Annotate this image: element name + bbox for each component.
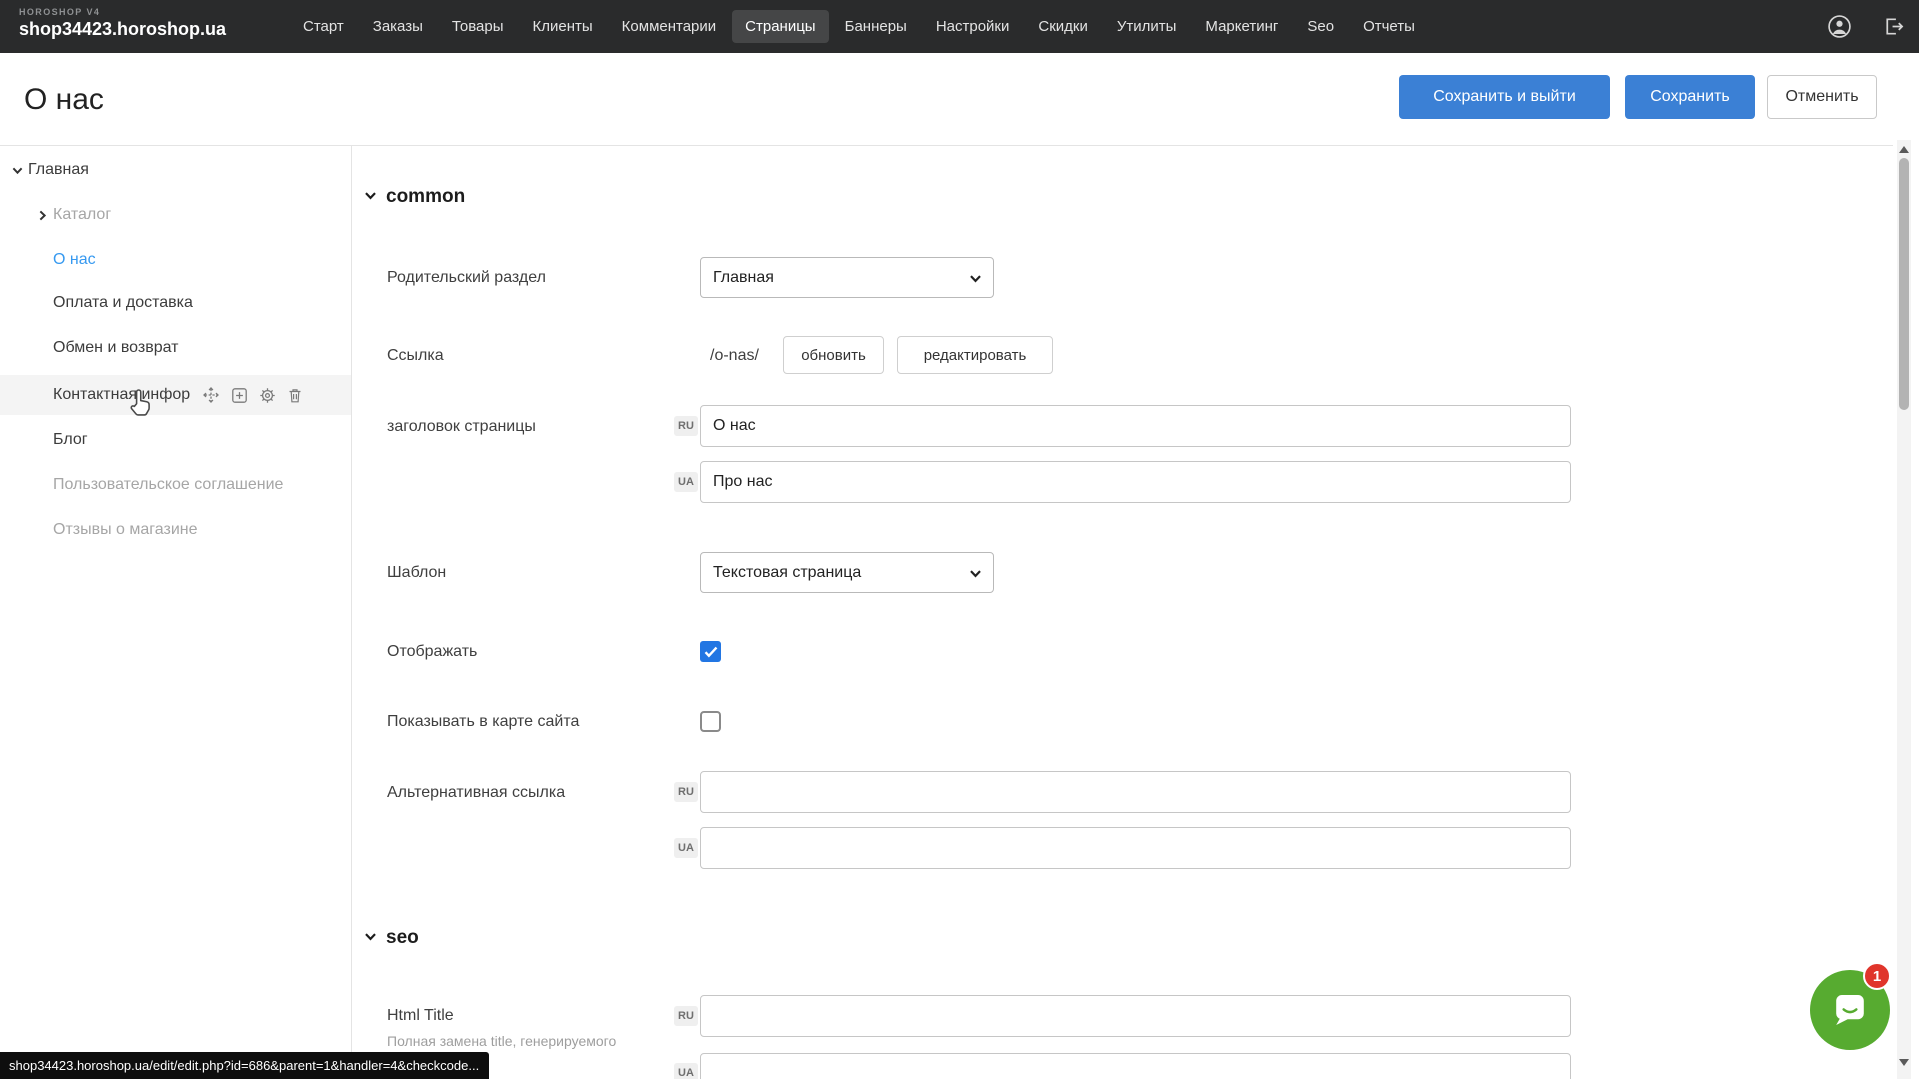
menu-item-orders[interactable]: Заказы [360, 10, 436, 43]
section-title: common [386, 186, 465, 208]
chat-unread-badge: 1 [1863, 962, 1891, 990]
tree-item-label: Обмен и возврат [53, 339, 178, 357]
save-exit-button[interactable]: Сохранить и выйти [1399, 75, 1610, 119]
menu-item-marketing[interactable]: Маркетинг [1192, 10, 1291, 43]
tree-item-label: О нас [53, 251, 96, 269]
page-title-field-label: заголовок страницы [387, 418, 536, 436]
chevron-down-icon [969, 567, 982, 580]
chat-bubble-icon [1827, 987, 1873, 1033]
menu-item-utilities[interactable]: Утилиты [1104, 10, 1190, 43]
section-seo[interactable]: seo [364, 927, 419, 949]
tree-item-otzyvy[interactable]: Отзывы о магазине [0, 510, 351, 550]
tree-item-label: Отзывы о магазине [53, 521, 198, 539]
lang-ru-badge: RU [674, 416, 698, 436]
menu-item-comments[interactable]: Комментарии [609, 10, 729, 43]
brand-version-label: HOROSHOP V4 [19, 7, 226, 17]
menu-item-clients[interactable]: Клиенты [520, 10, 606, 43]
link-edit-button[interactable]: редактировать [897, 336, 1053, 374]
tree-item-o-nas[interactable]: О нас [0, 240, 351, 280]
template-select[interactable]: Текстовая страница [700, 552, 994, 593]
tree-item-polzovatelskoe[interactable]: Пользовательское соглашение [0, 465, 351, 505]
tree-item-blog[interactable]: Блог [0, 420, 351, 460]
page-title: О нас [24, 83, 104, 117]
tree-item-obmen[interactable]: Обмен и возврат [0, 328, 351, 368]
link-label: Ссылка [387, 347, 444, 365]
select-value: Текстовая страница [713, 564, 861, 582]
account-icon[interactable] [1827, 14, 1852, 39]
delete-icon[interactable] [287, 387, 303, 404]
chevron-down-icon [969, 272, 982, 285]
link-path-value: /o-nas/ [710, 347, 759, 365]
html-title-ua-input[interactable] [700, 1053, 1571, 1079]
chevron-right-icon[interactable] [31, 209, 53, 222]
lang-ru-badge: RU [674, 782, 698, 802]
menu-item-reports[interactable]: Отчеты [1350, 10, 1428, 43]
tree-item-label: Главная [28, 161, 89, 179]
tree-item-label: Блог [53, 431, 88, 449]
scrollbar-down-arrow[interactable] [1899, 1059, 1909, 1066]
pages-tree-sidebar: Главная Каталог О нас Оплата и доставка … [0, 146, 351, 1079]
html-title-ru-input[interactable] [700, 995, 1571, 1037]
section-common[interactable]: common [364, 186, 465, 208]
save-button[interactable]: Сохранить [1625, 75, 1755, 119]
display-checkbox[interactable] [700, 641, 721, 662]
settings-icon[interactable] [259, 387, 276, 404]
tree-item-label: Контактная инфор [53, 386, 190, 404]
menu-item-banners[interactable]: Баннеры [832, 10, 920, 43]
alt-link-ru-input[interactable] [700, 771, 1571, 813]
sitemap-label: Показывать в карте сайта [387, 713, 579, 731]
parent-section-label: Родительский раздел [387, 269, 546, 287]
add-icon[interactable] [231, 387, 248, 404]
tree-item-actions [202, 386, 303, 404]
horoshop-admin-screen: HOROSHOP V4 shop34423.horoshop.ua Старт … [0, 0, 1919, 1079]
menu-item-seo[interactable]: Seo [1294, 10, 1347, 43]
tree-item-oplata[interactable]: Оплата и доставка [0, 283, 351, 323]
alt-link-ua-input[interactable] [700, 827, 1571, 869]
tree-item-label: Оплата и доставка [53, 294, 193, 312]
tree-item-katalog[interactable]: Каталог [0, 195, 351, 235]
page-title-ru-input[interactable] [700, 405, 1571, 447]
check-icon [704, 646, 718, 658]
scrollbar-up-arrow[interactable] [1899, 146, 1909, 153]
tree-item-glavnaya[interactable]: Главная [0, 150, 351, 190]
tree-item-kontaktnaya[interactable]: Контактная инфор [0, 375, 351, 415]
chevron-down-icon [364, 186, 377, 208]
cancel-button[interactable]: Отменить [1767, 75, 1877, 119]
topbar-icons [1827, 0, 1905, 53]
template-label: Шаблон [387, 564, 446, 582]
menu-item-start[interactable]: Старт [290, 10, 357, 43]
sidebar-divider [351, 146, 352, 1079]
status-url-bar: shop34423.horoshop.ua/edit/edit.php?id=6… [0, 1052, 489, 1079]
html-title-label: Html Title [387, 1007, 454, 1025]
page-title-ua-input[interactable] [700, 461, 1571, 503]
html-title-hint: Полная замена title, генерируемого [387, 1033, 616, 1049]
chevron-down-icon[interactable] [6, 164, 28, 177]
scrollbar-thumb[interactable] [1899, 158, 1909, 410]
topbar: HOROSHOP V4 shop34423.horoshop.ua Старт … [0, 0, 1919, 53]
top-menu: Старт Заказы Товары Клиенты Комментарии … [290, 0, 1428, 53]
menu-item-settings[interactable]: Настройки [923, 10, 1023, 43]
lang-ua-badge: UA [674, 1063, 698, 1079]
parent-section-select[interactable]: Главная [700, 257, 994, 298]
display-label: Отображать [387, 643, 477, 661]
logout-icon[interactable] [1882, 15, 1905, 38]
sitemap-checkbox[interactable] [700, 711, 721, 732]
page-header: О нас Сохранить и выйти Сохранить Отмени… [0, 53, 1919, 145]
alt-link-label: Альтернативная ссылка [387, 784, 565, 802]
section-title: seo [386, 927, 419, 949]
tree-item-label: Пользовательское соглашение [53, 476, 283, 494]
brand-logo[interactable]: HOROSHOP V4 shop34423.horoshop.ua [19, 7, 226, 40]
lang-ru-badge: RU [674, 1006, 698, 1026]
menu-item-pages[interactable]: Страницы [732, 10, 828, 43]
chevron-down-icon [364, 927, 377, 949]
link-update-button[interactable]: обновить [783, 336, 884, 374]
menu-item-discounts[interactable]: Скидки [1025, 10, 1100, 43]
lang-ua-badge: UA [674, 838, 698, 858]
select-value: Главная [713, 269, 774, 287]
brand-domain-label: shop34423.horoshop.ua [19, 19, 226, 40]
menu-item-products[interactable]: Товары [439, 10, 517, 43]
tree-item-label: Каталог [53, 206, 111, 224]
lang-ua-badge: UA [674, 472, 698, 492]
move-icon[interactable] [202, 386, 220, 404]
